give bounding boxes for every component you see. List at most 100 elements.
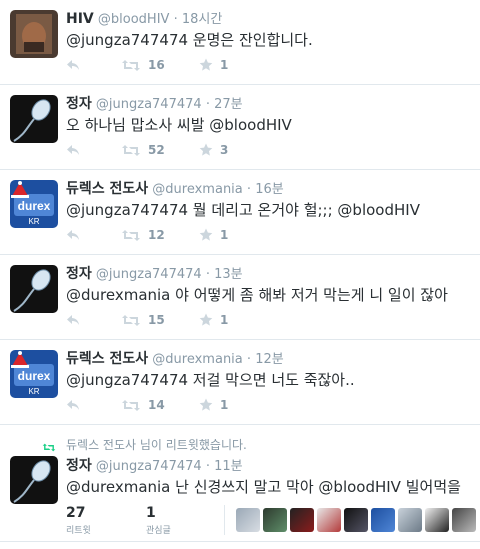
- tweet-header: 듀렉스 전도사 @durexmania · 12분: [66, 348, 284, 368]
- tweet-header: 정자 @jungza747474 · 13분: [66, 263, 243, 283]
- tweet-actions: 15 1: [66, 312, 326, 328]
- retweeter-avatar[interactable]: [236, 508, 260, 532]
- tweet-text: @jungza747474 저걸 막으면 너도 죽잖아..: [66, 371, 355, 389]
- user-handle[interactable]: @jungza747474: [96, 97, 202, 112]
- user-name[interactable]: 듀렉스 전도사: [66, 181, 148, 197]
- avatar[interactable]: durex KR: [10, 350, 58, 398]
- reply-button[interactable]: [66, 57, 80, 73]
- user-name[interactable]: 듀렉스 전도사: [66, 351, 148, 367]
- bottom-divider: [0, 541, 480, 542]
- reply-button[interactable]: [66, 397, 80, 413]
- reply-icon: [67, 145, 79, 155]
- reply-button[interactable]: [66, 312, 80, 328]
- time-separator: ·: [205, 267, 210, 282]
- star-icon: [199, 228, 213, 241]
- tweet-actions: 52 3: [66, 142, 326, 158]
- retweeter-avatar[interactable]: [344, 508, 368, 532]
- tweet-text: @jungza747474 뭘 데리고 온거야 헐;;; @bloodHIV: [66, 201, 420, 219]
- retweet-button[interactable]: 52: [121, 142, 165, 158]
- retweets-count: 27: [66, 505, 86, 521]
- retweet-count: 12: [148, 228, 165, 242]
- reply-button[interactable]: [66, 142, 80, 158]
- retweeter-avatar[interactable]: [371, 508, 395, 532]
- favorite-button[interactable]: 3: [199, 142, 228, 158]
- retweets-label: 리트윗: [66, 526, 91, 536]
- avatar[interactable]: [10, 95, 58, 143]
- retweet-button[interactable]: 14: [121, 397, 165, 413]
- tweet-header: 듀렉스 전도사 @durexmania · 16분: [66, 178, 284, 198]
- favorite-button[interactable]: 1: [199, 312, 228, 328]
- tweet[interactable]: durex KR 듀렉스 전도사 @durexmania · 12분 @jung…: [0, 340, 480, 425]
- star-icon: [199, 58, 213, 71]
- tweet-time[interactable]: 16분: [255, 182, 284, 197]
- retweet-button[interactable]: 12: [121, 227, 165, 243]
- avatar[interactable]: [10, 265, 58, 313]
- retweeter-avatar[interactable]: [398, 508, 422, 532]
- svg-text:KR: KR: [28, 217, 39, 226]
- tweet-header: 정자 @jungza747474 · 27분: [66, 93, 243, 113]
- tweet-text: @jungza747474 운명은 잔인합니다.: [66, 31, 313, 49]
- favorite-button[interactable]: 1: [199, 57, 228, 73]
- favorites-label: 관심글: [146, 526, 171, 536]
- retweeter-avatar[interactable]: [263, 508, 287, 532]
- retweeter-avatar[interactable]: [317, 508, 341, 532]
- stat-divider: [224, 505, 225, 535]
- svg-text:durex: durex: [18, 199, 51, 213]
- tweet[interactable]: HIV @bloodHIV · 18시간 @jungza747474 운명은 잔…: [0, 0, 480, 85]
- retweet-badge-icon: [42, 438, 56, 457]
- tweet-actions: 12 1: [66, 227, 326, 243]
- tweet-time[interactable]: 12분: [255, 352, 284, 367]
- user-handle[interactable]: @jungza747474: [96, 267, 202, 282]
- user-handle[interactable]: @durexmania: [152, 182, 242, 197]
- reply-icon: [67, 60, 79, 70]
- tweet[interactable]: durex KR 듀렉스 전도사 @durexmania · 16분 @jung…: [0, 170, 480, 255]
- reply-icon: [67, 400, 79, 410]
- tweet-time[interactable]: 18시간: [182, 12, 222, 27]
- user-name[interactable]: 정자: [66, 458, 92, 474]
- user-handle[interactable]: @bloodHIV: [98, 12, 170, 27]
- user-handle[interactable]: @durexmania: [152, 352, 242, 367]
- tweet-actions: 14 1: [66, 397, 326, 413]
- tweet[interactable]: 정자 @jungza747474 · 27분 오 하나님 맙소사 씨발 @blo…: [0, 85, 480, 170]
- tweet-text: @durexmania 야 어떻게 좀 해봐 저거 막는게 니 일이 잖아: [66, 286, 448, 304]
- tweet-text: @durexmania 난 신경쓰지 말고 막아 @bloodHIV 빌어먹을: [66, 478, 461, 496]
- favorite-count: 1: [220, 398, 229, 412]
- retweeter-avatar[interactable]: [290, 508, 314, 532]
- tweet-header: HIV @bloodHIV · 18시간: [66, 8, 222, 27]
- retweeter-avatar[interactable]: [425, 508, 449, 532]
- reply-icon: [67, 230, 79, 240]
- user-name[interactable]: HIV: [66, 11, 94, 27]
- retweet-count: 16: [148, 58, 165, 72]
- retweet-count: 52: [148, 143, 165, 157]
- tweet-time[interactable]: 27분: [214, 97, 243, 112]
- favorite-button[interactable]: 1: [199, 397, 228, 413]
- tweet[interactable]: 정자 @jungza747474 · 13분 @durexmania 야 어떻게…: [0, 255, 480, 340]
- user-name[interactable]: 정자: [66, 96, 92, 112]
- retweeted-by-text[interactable]: 듀렉스 전도사 님이 리트윗했습니다.: [66, 436, 247, 453]
- retweet-icon: [122, 229, 140, 241]
- tweet-header: 정자 @jungza747474 · 11분: [66, 455, 243, 475]
- retweet-count: 15: [148, 313, 165, 327]
- retweets-stat[interactable]: 27 리트윗: [66, 505, 91, 536]
- tweet-time[interactable]: 13분: [214, 267, 243, 282]
- favorites-stat[interactable]: 1 관심글: [146, 505, 171, 536]
- time-separator: ·: [205, 459, 210, 474]
- avatar[interactable]: durex KR: [10, 180, 58, 228]
- favorite-button[interactable]: 1: [199, 227, 228, 243]
- retweeter-avatar[interactable]: [452, 508, 476, 532]
- time-separator: ·: [246, 182, 252, 197]
- avatar[interactable]: [10, 456, 58, 504]
- tweet-time[interactable]: 11분: [214, 459, 243, 474]
- retweet-button[interactable]: 16: [121, 57, 165, 73]
- time-separator: ·: [173, 12, 178, 27]
- retweet-icon: [122, 59, 140, 71]
- avatar[interactable]: [10, 10, 58, 58]
- star-icon: [199, 143, 213, 156]
- user-name[interactable]: 정자: [66, 266, 92, 282]
- retweet-button[interactable]: 15: [121, 312, 165, 328]
- user-handle[interactable]: @jungza747474: [96, 459, 202, 474]
- reply-button[interactable]: [66, 227, 80, 243]
- retweeter-avatars: [236, 508, 476, 532]
- favorites-count: 1: [146, 505, 156, 521]
- retweet-icon: [122, 314, 140, 326]
